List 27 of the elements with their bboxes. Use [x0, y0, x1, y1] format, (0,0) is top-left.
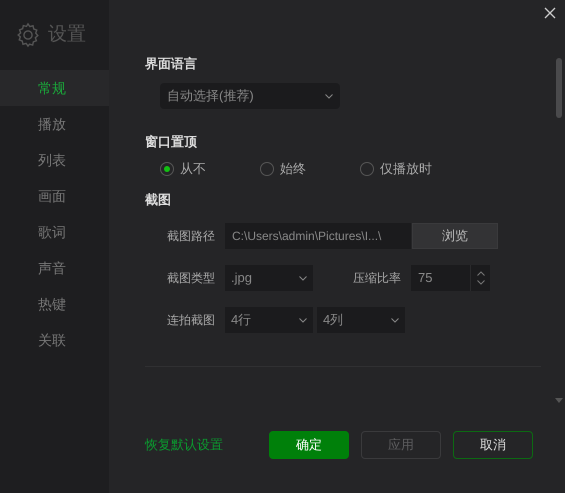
- sidebar-item[interactable]: 热键: [0, 286, 109, 322]
- rows-dropdown[interactable]: 4行: [225, 307, 313, 333]
- reset-link[interactable]: 恢复默认设置: [145, 435, 269, 455]
- language-dropdown[interactable]: 自动选择(推荐): [160, 83, 340, 109]
- sidebar-item[interactable]: 关联: [0, 322, 109, 358]
- sidebar-item[interactable]: 列表: [0, 142, 109, 178]
- sidebar-item[interactable]: 常规: [0, 70, 109, 106]
- sidebar-item[interactable]: 声音: [0, 250, 109, 286]
- section-title: 界面语言: [145, 55, 198, 73]
- type-dropdown[interactable]: .jpg: [225, 265, 313, 291]
- radio-label[interactable]: 始终: [280, 159, 306, 179]
- sidebar-item[interactable]: 歌词: [0, 214, 109, 250]
- sidebar-item[interactable]: 播放: [0, 106, 109, 142]
- field-label: 压缩比率: [353, 270, 401, 287]
- field-label: 截图类型: [167, 270, 215, 287]
- radio-label[interactable]: 仅播放时: [380, 159, 432, 179]
- path-field[interactable]: C:\Users\admin\Pictures\I...\: [225, 223, 411, 249]
- browse-button[interactable]: 浏览: [412, 223, 498, 249]
- sidebar-item[interactable]: 画面: [0, 178, 109, 214]
- field-label: 连拍截图: [167, 312, 215, 329]
- field-label: 截图路径: [167, 228, 215, 245]
- section-title: 截图: [145, 191, 172, 209]
- section-title: 窗口置顶: [145, 133, 198, 151]
- dialog-button[interactable]: 取消: [453, 431, 533, 459]
- dialog-button[interactable]: 确定: [269, 431, 349, 459]
- columns-dropdown[interactable]: 4列: [317, 307, 405, 333]
- radio-label[interactable]: 从不: [180, 159, 206, 179]
